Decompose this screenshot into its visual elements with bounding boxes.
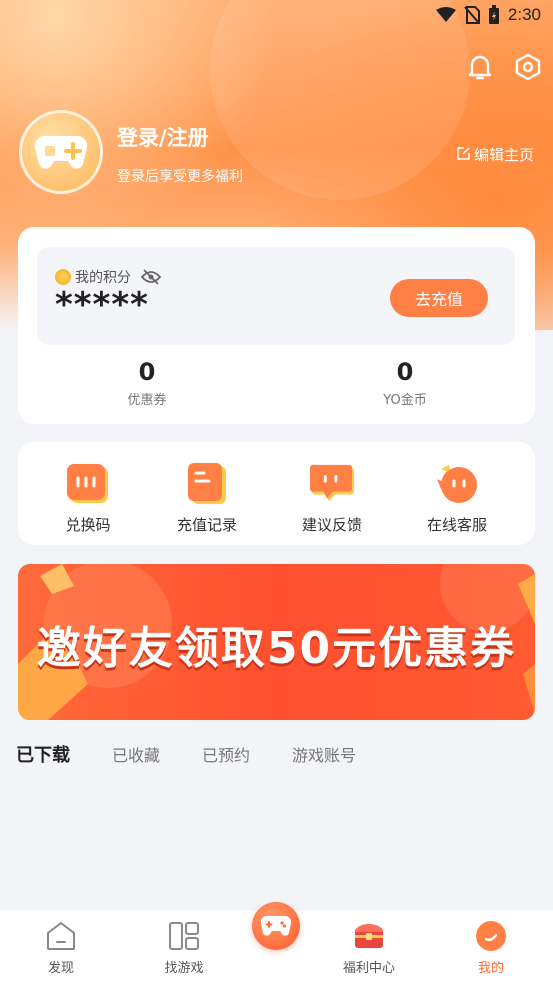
feedback-label: 建议反馈 — [301, 516, 362, 534]
find-game-icon — [168, 920, 200, 952]
hexagon-settings-icon[interactable] — [514, 53, 542, 81]
edit-home-label: 编辑主页 — [473, 146, 534, 164]
recharge-record-label: 充值记录 — [176, 516, 237, 534]
yo-coin-stat[interactable]: 0 YO金币 — [345, 357, 465, 408]
login-subtitle: 登录后享受更多福利 — [117, 169, 243, 185]
coupon-stat[interactable]: 0 优惠券 — [87, 357, 207, 408]
nav-discover-label: 发现 — [47, 961, 74, 976]
yo-coin-count: 0 — [396, 358, 414, 386]
edit-icon — [457, 146, 470, 164]
quick-action-feedback[interactable]: 建议反馈 — [282, 462, 382, 535]
nav-profile[interactable]: 我的 — [441, 920, 541, 976]
nav-find-game[interactable]: 找游戏 — [134, 920, 234, 976]
quick-action-customer-service[interactable]: 在线客服 — [407, 462, 507, 535]
welfare-chest-icon — [353, 920, 385, 952]
nav-discover[interactable]: 发现 — [11, 920, 111, 976]
redeem-code-label: 兑换码 — [65, 516, 111, 534]
gamepad-avatar-icon — [34, 135, 88, 169]
library-tabs: 已下载 已收藏 已预约 游戏账号 — [16, 741, 398, 767]
status-bar: 2:30 — [435, 4, 541, 26]
bell-icon[interactable] — [466, 53, 494, 81]
coupon-label: 优惠券 — [127, 393, 167, 408]
edit-home-button[interactable]: 编辑主页 — [457, 144, 534, 165]
profile-icon — [475, 920, 507, 952]
quick-action-redeem-code[interactable]: 兑换码 — [38, 462, 138, 535]
redeem-code-icon — [66, 462, 110, 506]
status-time: 2:30 — [507, 5, 541, 24]
yo-coin-label: YO金币 — [383, 393, 427, 408]
points-box: 我的积分 ***** 去充值 — [37, 247, 515, 345]
nav-welfare-center-label: 福利中心 — [342, 961, 395, 976]
tab-reserved[interactable]: 已预约 — [202, 742, 250, 766]
recharge-record-icon — [185, 462, 229, 506]
avatar[interactable] — [19, 110, 103, 194]
recharge-button[interactable]: 去充值 — [390, 279, 488, 317]
nav-welfare-center[interactable]: 福利中心 — [319, 920, 419, 976]
coin-icon — [55, 269, 71, 285]
gamepad-icon — [260, 915, 292, 936]
coupon-count: 0 — [138, 358, 156, 386]
no-sim-icon — [464, 6, 480, 24]
discover-icon — [45, 920, 77, 952]
points-label-row: 我的积分 — [55, 267, 161, 287]
invite-banner[interactable]: 邀好友领取50元优惠券 — [18, 564, 535, 720]
quick-actions-card: 兑换码 充值记录 建议反馈 在线客服 — [18, 442, 535, 545]
eye-off-icon[interactable] — [141, 269, 161, 285]
points-card: 我的积分 ***** 去充值 0 优惠券 0 YO金币 — [18, 227, 535, 424]
feedback-icon — [310, 462, 354, 506]
points-label: 我的积分 — [75, 270, 131, 286]
battery-charging-icon — [488, 5, 500, 25]
tab-downloaded[interactable]: 已下载 — [16, 741, 70, 767]
customer-service-icon — [435, 462, 479, 506]
quick-action-recharge-record[interactable]: 充值记录 — [157, 462, 257, 535]
wifi-icon — [435, 7, 456, 23]
points-value: ***** — [55, 285, 149, 325]
login-title[interactable]: 登录/注册 — [117, 122, 209, 152]
nav-profile-label: 我的 — [477, 961, 504, 976]
nav-find-game-label: 找游戏 — [164, 961, 204, 976]
tab-game-accounts[interactable]: 游戏账号 — [292, 742, 356, 766]
customer-service-label: 在线客服 — [426, 516, 487, 534]
center-game-button[interactable] — [252, 902, 300, 950]
tab-favorites[interactable]: 已收藏 — [112, 742, 160, 766]
banner-text: 邀好友领取50元优惠券 — [36, 623, 517, 674]
